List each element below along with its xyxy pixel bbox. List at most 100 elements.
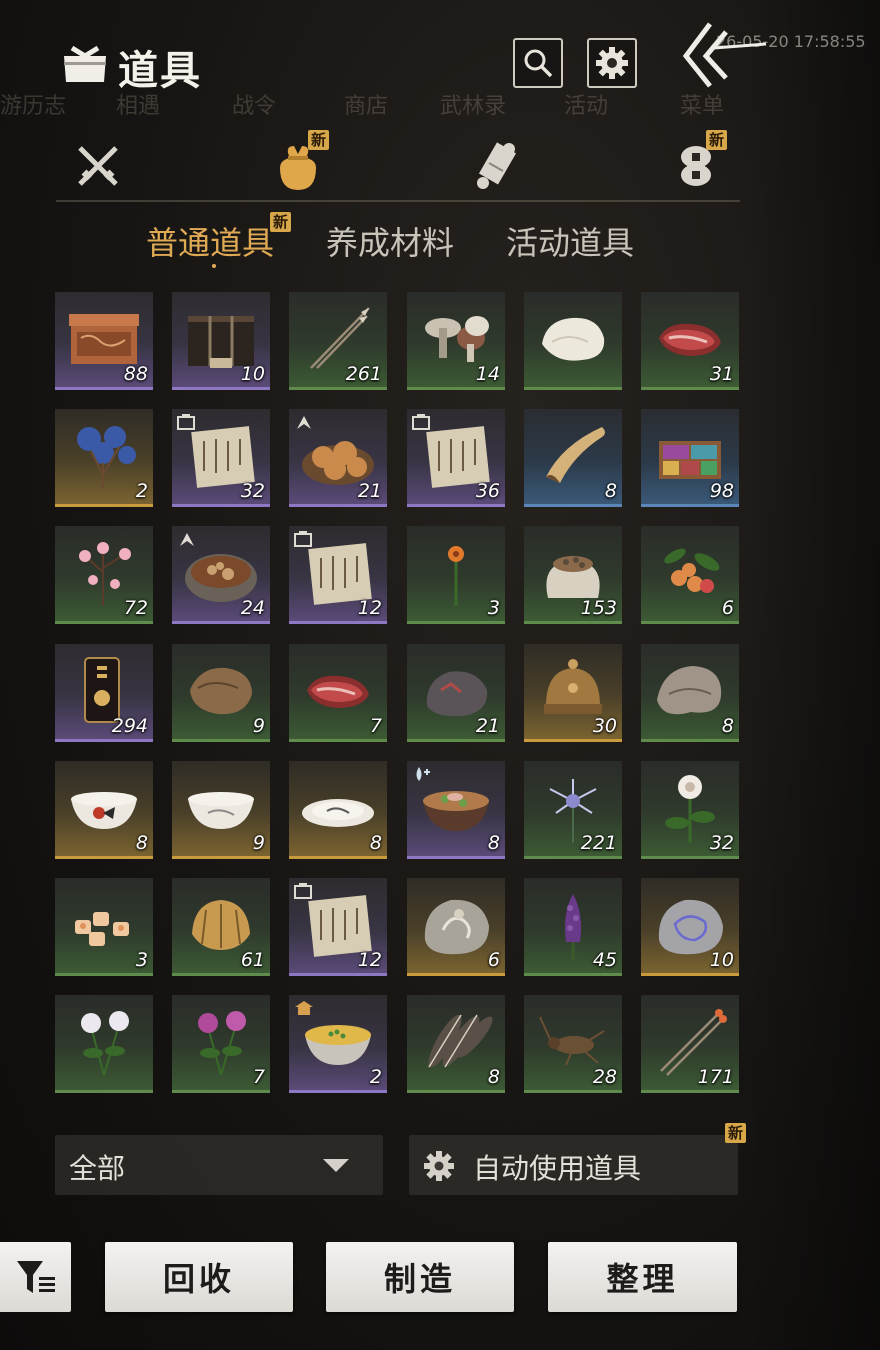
fossil-stone-icon	[424, 899, 489, 955]
item-quantity: 32	[240, 480, 265, 502]
item-quantity: 153	[580, 597, 617, 619]
bg-menu-label: 游历志	[0, 94, 67, 119]
item-slot-rooster-bowl[interactable]: 8	[55, 761, 153, 859]
filter-sort-button[interactable]	[0, 1242, 71, 1312]
blue-flower-icon	[77, 426, 136, 489]
background-shade	[745, 0, 880, 1350]
item-quantity: 294	[111, 715, 148, 737]
item-quantity: 171	[697, 1066, 734, 1088]
item-slot-grey-pelt[interactable]: 8	[641, 644, 739, 742]
item-slot-white-fur[interactable]	[524, 292, 622, 390]
drop-mark-icon	[416, 767, 430, 781]
auto-use-label: 自动使用道具	[473, 1152, 642, 1185]
craft-button[interactable]: 制造	[326, 1242, 514, 1312]
item-quantity: 72	[123, 597, 148, 619]
item-slot-recipe-scroll[interactable]: 12	[289, 878, 387, 976]
item-slot-dye-box[interactable]: 98	[641, 409, 739, 507]
item-slot-raw-meat[interactable]: 7	[289, 644, 387, 742]
item-slot-cricket[interactable]: 28	[524, 995, 622, 1093]
item-slot-white-flower[interactable]: 32	[641, 761, 739, 859]
subtab-common-items[interactable]: 普通道具	[146, 218, 274, 264]
item-slot-blue-flower[interactable]: 2	[55, 409, 153, 507]
filter-list-icon	[16, 1261, 55, 1293]
tab-items[interactable]: 新	[268, 130, 330, 196]
item-slot-fossil-stone[interactable]: 6	[407, 878, 505, 976]
item-slot-brown-fur[interactable]: 9	[172, 644, 270, 742]
item-slot-feathers[interactable]: 8	[407, 995, 505, 1093]
item-quantity: 10	[240, 363, 265, 385]
item-slot-stew-pot[interactable]: 24	[172, 526, 270, 624]
item-quantity: 61	[240, 949, 265, 971]
back-chevron-icon[interactable]	[678, 16, 768, 96]
porcelain-plate-icon	[302, 799, 374, 827]
recipe-mark-icon	[294, 531, 312, 547]
item-slot-dark-chest[interactable]: 10	[172, 292, 270, 390]
item-slot-gold-shell[interactable]: 61	[172, 878, 270, 976]
item-slot-pink-blossom[interactable]: 72	[55, 526, 153, 624]
item-slot-horn[interactable]: 8	[524, 409, 622, 507]
item-slot-blue-fossil[interactable]: 10	[641, 878, 739, 976]
rooster-bowl-icon	[71, 792, 137, 829]
house-mark-icon	[295, 1001, 313, 1015]
new-badge: 新	[270, 212, 292, 232]
item-slot-porcelain-bowl[interactable]: 9	[172, 761, 270, 859]
white-fur-icon	[542, 317, 605, 361]
item-quantity: 8	[369, 832, 382, 854]
item-slot-arrows[interactable]: 261	[289, 292, 387, 390]
item-slot-recipe-scroll[interactable]: 32	[172, 409, 270, 507]
item-slot-porcelain-plate[interactable]: 8	[289, 761, 387, 859]
item-slot-recipe-scroll[interactable]: 12	[289, 526, 387, 624]
item-slot-white-chrysanthemum[interactable]	[55, 995, 153, 1093]
recycle-button[interactable]: 回收	[105, 1242, 293, 1312]
search-button[interactable]	[513, 38, 563, 88]
scroll-icon	[477, 142, 517, 189]
item-slot-fire-arrows[interactable]: 171	[641, 995, 739, 1093]
item-slot-orange-flower[interactable]: 3	[407, 526, 505, 624]
grey-pelt-icon	[657, 666, 722, 715]
gear-icon	[596, 47, 628, 79]
raw-meat-icon	[307, 675, 369, 708]
item-quantity: 12	[357, 597, 382, 619]
tab-scrolls[interactable]	[466, 136, 526, 196]
auto-use-items-button[interactable]: 自动使用道具 新	[409, 1123, 747, 1195]
subtab-growth-materials[interactable]: 养成材料	[326, 218, 454, 264]
tab-equipment[interactable]	[68, 136, 128, 196]
item-slot-candy-pieces[interactable]: 3	[55, 878, 153, 976]
item-quantity: 221	[580, 832, 617, 854]
item-slot-soup-bowl[interactable]: 8	[407, 761, 505, 859]
item-slot-bronze-helmet[interactable]: 30	[524, 644, 622, 742]
recipe-mark-icon	[177, 414, 195, 430]
page-title: 道具	[118, 47, 202, 94]
item-slot-berries[interactable]: 6	[641, 526, 739, 624]
recipe-mark-icon	[412, 414, 430, 430]
item-slot-purple-chrysanthemum[interactable]: 7	[172, 995, 270, 1093]
item-slot-mushrooms[interactable]: 14	[407, 292, 505, 390]
item-slot-blue-spider-lily[interactable]: 221	[524, 761, 622, 859]
item-quantity: 36	[475, 480, 500, 502]
category-filter-dropdown[interactable]: 全部	[55, 1135, 383, 1195]
item-slot-carved-chest[interactable]: 88	[55, 292, 153, 390]
item-slot-raw-meat[interactable]: 31	[641, 292, 739, 390]
search-icon	[524, 49, 553, 78]
candy-pieces-icon	[75, 912, 129, 946]
item-slot-baked-buns[interactable]: 21	[289, 409, 387, 507]
white-chrysanthemum-icon	[81, 1011, 129, 1076]
item-slot-seed-sack[interactable]: 153	[524, 526, 622, 624]
orange-flower-icon	[448, 546, 464, 606]
item-quantity: 8	[487, 1066, 500, 1088]
settings-button[interactable]	[587, 38, 637, 88]
item-quantity: 7	[252, 1066, 265, 1088]
subtab-event-items[interactable]: 活动道具	[506, 218, 634, 264]
item-quantity: 10	[709, 949, 734, 971]
tab-currency[interactable]: 新	[666, 130, 728, 196]
item-slot-recipe-scroll[interactable]: 36	[407, 409, 505, 507]
organize-button[interactable]: 整理	[548, 1242, 737, 1312]
item-slot-egg-soup[interactable]: 2	[289, 995, 387, 1093]
item-quantity: 3	[135, 949, 148, 971]
item-quantity: 8	[721, 715, 734, 737]
item-quantity: 261	[345, 363, 382, 385]
item-slot-red-token[interactable]: 294	[55, 644, 153, 742]
crossed-swords-icon	[78, 146, 118, 186]
item-slot-ore-rock[interactable]: 21	[407, 644, 505, 742]
item-slot-purple-herb[interactable]: 45	[524, 878, 622, 976]
